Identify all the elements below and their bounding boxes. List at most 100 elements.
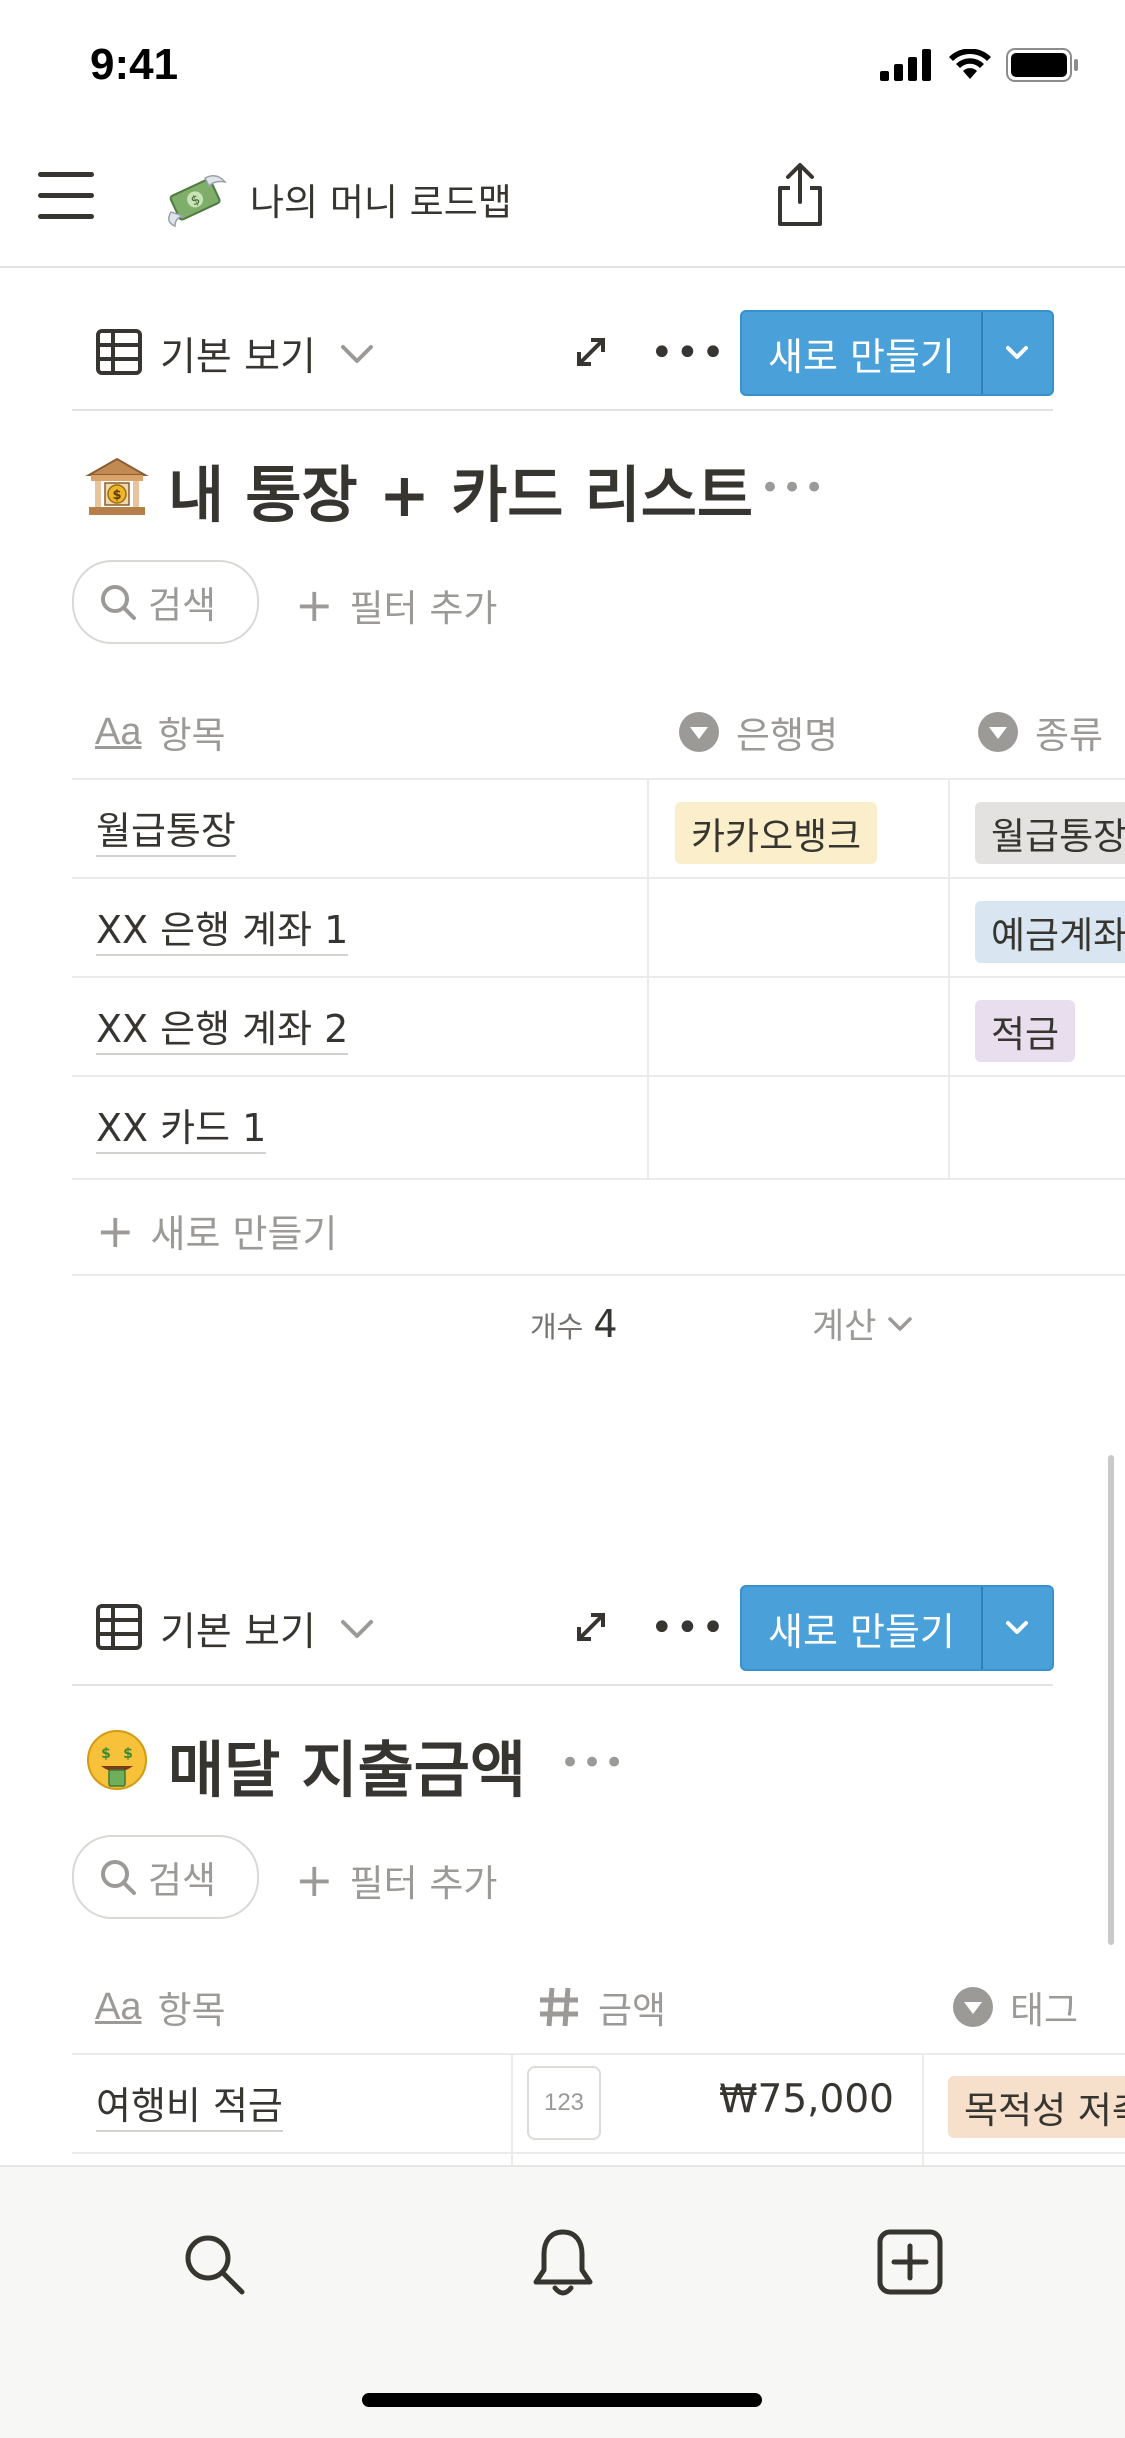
table-view-icon <box>96 329 142 375</box>
column-header-item[interactable]: Aa 항목 <box>95 705 226 759</box>
view-selector[interactable]: 기본 보기 <box>160 1601 316 1657</box>
table-divider <box>72 877 1125 879</box>
column-divider <box>922 2053 924 2165</box>
number-input-badge[interactable]: 123 <box>527 2066 601 2140</box>
table-divider <box>72 2152 1125 2154</box>
column-label: 종류 <box>1035 714 1104 757</box>
row-title[interactable]: 여행비 적금 <box>96 2084 283 2132</box>
table-row[interactable]: 월급통장 <box>96 800 236 857</box>
search-button[interactable]: 검색 <box>72 560 259 644</box>
title-more-icon[interactable]: ••• <box>560 1743 626 1783</box>
add-filter-button[interactable]: + 필터 추가 <box>295 1853 497 1907</box>
expand-icon[interactable] <box>571 1607 611 1647</box>
search-icon[interactable] <box>180 2230 248 2298</box>
status-time: 9:41 <box>90 40 179 89</box>
type-tag: 예금계좌 <box>975 901 1125 963</box>
new-button-label[interactable]: 새로 만들기 <box>742 1587 983 1669</box>
bank-tag: 카카오뱅크 <box>675 802 878 864</box>
row-title[interactable]: 월급통장 <box>96 809 236 857</box>
page-title[interactable]: 나의 머니 로드맵 <box>250 172 512 226</box>
table-divider <box>72 1075 1125 1077</box>
calc-label: 계산 <box>812 1307 877 1347</box>
svg-text:$: $ <box>123 1746 133 1762</box>
database-title[interactable]: 매달 지출금액 <box>168 1720 526 1809</box>
row-count: 개수 4 <box>530 1302 618 1346</box>
table-row[interactable]: XX 은행 계좌 1 <box>96 899 349 956</box>
title-more-icon[interactable]: ••• <box>760 468 826 508</box>
add-filter-label: 필터 추가 <box>349 1862 498 1905</box>
number-hash-icon <box>540 1987 578 2027</box>
column-label: 금액 <box>598 1989 667 2032</box>
title-aa-icon: Aa <box>95 1985 142 2028</box>
search-button[interactable]: 검색 <box>72 1835 259 1919</box>
chevron-down-icon <box>888 1316 913 1331</box>
column-header-type[interactable]: 종류 <box>977 705 1103 759</box>
column-header-bank[interactable]: 은행명 <box>678 705 838 759</box>
new-button[interactable]: 새로 만들기 <box>740 310 1054 396</box>
new-row-button[interactable]: + 새로 만들기 <box>96 1203 337 1258</box>
column-label: 항목 <box>157 714 226 757</box>
search-label: 검색 <box>148 584 217 627</box>
select-icon <box>953 1987 993 2027</box>
view-selector[interactable]: 기본 보기 <box>160 326 316 382</box>
toolbar-divider <box>72 409 1053 411</box>
table-row[interactable]: XX 은행 계좌 2 <box>96 998 349 1055</box>
table-row[interactable]: XX 카드 1 <box>96 1097 267 1154</box>
column-divider <box>511 2053 513 2165</box>
new-row-label: 새로 만들기 <box>150 1212 338 1256</box>
table-divider <box>72 976 1125 978</box>
svg-text:$: $ <box>101 1746 111 1762</box>
wifi-icon <box>949 49 991 79</box>
plus-icon: + <box>295 1853 334 1907</box>
new-button-label[interactable]: 새로 만들기 <box>742 312 983 394</box>
column-divider <box>647 778 649 1178</box>
more-options-icon[interactable]: ••• <box>650 330 727 376</box>
table-row[interactable]: 여행비 적금 <box>96 2075 283 2132</box>
plus-icon: + <box>295 578 334 632</box>
new-dropdown-icon[interactable] <box>983 312 1051 394</box>
amount-value[interactable]: ₩75,000 <box>600 2077 894 2122</box>
row-title[interactable]: XX 카드 1 <box>96 1106 267 1154</box>
toolbar-divider <box>72 1684 1053 1686</box>
chevron-down-icon[interactable] <box>337 333 377 373</box>
column-label: 태그 <box>1010 1989 1079 2032</box>
search-label: 검색 <box>148 1859 217 1902</box>
money-with-wings-icon: $ <box>168 175 227 228</box>
column-header-amount[interactable]: 금액 <box>536 1980 666 2034</box>
expand-icon[interactable] <box>571 332 611 372</box>
calculate-button[interactable]: 계산 <box>812 1298 916 1349</box>
add-page-icon[interactable] <box>876 2228 944 2296</box>
add-filter-button[interactable]: + 필터 추가 <box>295 578 497 632</box>
tag-chip: 목적성 저축 <box>948 2076 1125 2138</box>
title-aa-icon: Aa <box>95 710 142 753</box>
share-icon[interactable] <box>770 160 830 230</box>
plus-icon: + <box>96 1203 135 1258</box>
money-mouth-face-icon: $ $ <box>87 1730 147 1790</box>
table-divider <box>72 2053 1125 2055</box>
scrollbar[interactable] <box>1108 1455 1114 1945</box>
table-view-icon <box>96 1604 142 1650</box>
type-tag: 적금 <box>975 1000 1076 1062</box>
signal-icon <box>880 49 931 81</box>
column-header-item[interactable]: Aa 항목 <box>95 1980 226 2034</box>
status-icons <box>880 48 1080 82</box>
select-icon <box>978 712 1018 752</box>
row-title[interactable]: XX 은행 계좌 2 <box>96 1007 349 1055</box>
bell-icon[interactable] <box>528 2226 598 2302</box>
chevron-down-icon[interactable] <box>337 1608 377 1648</box>
more-options-icon[interactable]: ••• <box>650 1605 727 1651</box>
row-title[interactable]: XX 은행 계좌 1 <box>96 908 349 956</box>
battery-icon <box>1006 48 1078 82</box>
table-divider <box>72 778 1125 780</box>
column-header-tag[interactable]: 태그 <box>952 1980 1078 2034</box>
svg-text:$: $ <box>112 488 121 503</box>
select-icon <box>679 712 719 752</box>
add-filter-label: 필터 추가 <box>349 587 498 630</box>
count-value: 4 <box>593 1302 618 1346</box>
new-dropdown-icon[interactable] <box>983 1587 1051 1669</box>
column-label: 항목 <box>157 1989 226 2032</box>
table-divider <box>72 1178 1125 1180</box>
new-button[interactable]: 새로 만들기 <box>740 1585 1054 1671</box>
menu-icon[interactable] <box>38 172 94 224</box>
database-title[interactable]: 내 통장 + 카드 리스트 <box>168 445 753 534</box>
